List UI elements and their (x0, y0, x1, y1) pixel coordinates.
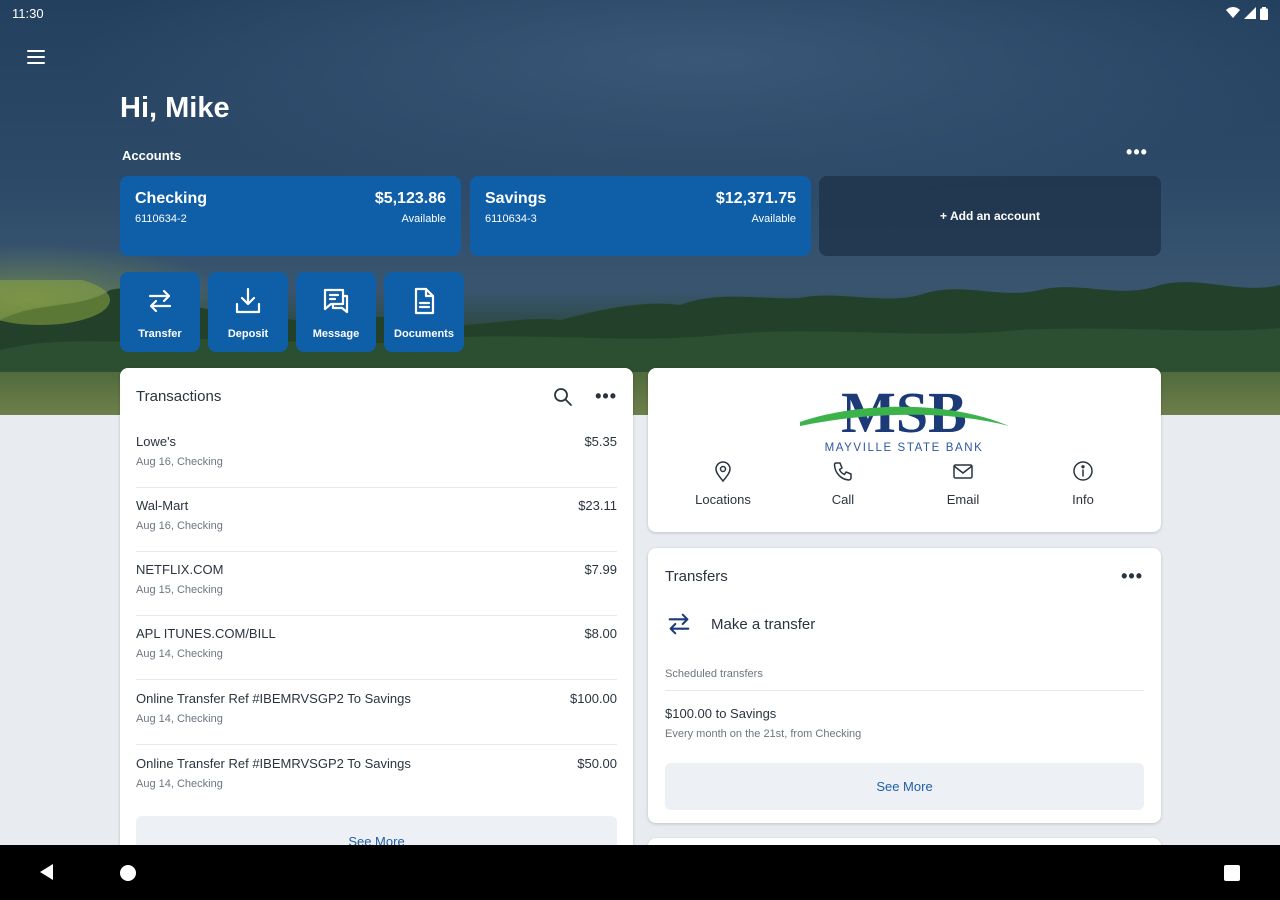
documents-button[interactable]: Documents (384, 272, 464, 352)
scheduled-transfer-title: $100.00 to Savings (665, 706, 777, 721)
info-button[interactable]: Info (1023, 460, 1143, 507)
available-label: Available (401, 213, 446, 225)
account-balance: $5,123.86 (374, 190, 446, 207)
transaction-date-account: Aug 15, Checking (136, 584, 223, 596)
transfers-card: Transfers ••• Make a transfer Scheduled … (648, 548, 1161, 823)
email-icon (953, 464, 973, 479)
transaction-date-account: Aug 14, Checking (136, 778, 223, 790)
accounts-label: Accounts (122, 148, 182, 163)
transaction-description: Online Transfer Ref #IBEMRVSGP2 To Savin… (136, 756, 411, 771)
transaction-description: Wal-Mart (136, 498, 189, 513)
call-button[interactable]: Call (783, 460, 903, 507)
account-card-checking[interactable]: Checking $5,123.86 6110634-2 Available (120, 176, 461, 256)
transaction-amount: $8.00 (584, 626, 617, 641)
transaction-amount: $5.35 (584, 434, 617, 449)
message-button[interactable]: Message (296, 272, 376, 352)
call-label: Call (831, 492, 855, 507)
account-card-savings[interactable]: Savings $12,371.75 6110634-3 Available (470, 176, 811, 256)
location-pin-icon (715, 461, 731, 482)
transaction-amount: $50.00 (577, 756, 617, 771)
deposit-label: Deposit (227, 328, 269, 340)
transaction-row[interactable]: NETFLIX.COM $7.99 Aug 15, Checking (136, 552, 617, 616)
msb-logo: MSB MAYVILLE STATE BANK (800, 380, 1009, 454)
documents-label: Documents (394, 328, 454, 340)
message-label: Message (312, 328, 360, 340)
transfers-more-icon[interactable]: ••• (1121, 566, 1143, 587)
transaction-description: Online Transfer Ref #IBEMRVSGP2 To Savin… (136, 691, 411, 706)
transaction-date-account: Aug 14, Checking (136, 713, 223, 725)
transactions-card: Transactions ••• Lowe's $5.35 Aug 16, Ch… (120, 368, 633, 868)
account-number: 6110634-2 (135, 213, 187, 225)
back-icon[interactable] (38, 863, 56, 881)
battery-icon (1260, 6, 1268, 20)
transaction-description: APL ITUNES.COM/BILL (136, 626, 276, 641)
transaction-date-account: Aug 16, Checking (136, 520, 223, 532)
greeting: Hi, Mike (120, 92, 230, 124)
email-button[interactable]: Email (903, 460, 1023, 507)
status-icons (1226, 6, 1268, 20)
deposit-icon (235, 287, 261, 314)
see-more-label: See More (876, 779, 933, 794)
menu-icon[interactable] (22, 44, 50, 70)
transaction-amount: $7.99 (584, 562, 617, 577)
signal-icon (1244, 7, 1256, 19)
transaction-date-account: Aug 14, Checking (136, 648, 223, 660)
message-icon (323, 288, 349, 314)
transfers-see-more-button[interactable]: See More (665, 763, 1144, 810)
transfers-title: Transfers (665, 568, 728, 585)
info-icon (1073, 461, 1093, 481)
transaction-row[interactable]: APL ITUNES.COM/BILL $8.00 Aug 14, Checki… (136, 616, 617, 680)
svg-text:MAYVILLE STATE BANK: MAYVILLE STATE BANK (825, 442, 984, 454)
transfer-button[interactable]: Transfer (120, 272, 200, 352)
transaction-row[interactable]: Wal-Mart $23.11 Aug 16, Checking (136, 488, 617, 552)
transaction-amount: $23.11 (578, 498, 617, 513)
transfer-label: Transfer (138, 328, 182, 340)
transaction-date-account: Aug 16, Checking (136, 456, 223, 468)
transaction-description: NETFLIX.COM (136, 562, 224, 577)
account-balance: $12,371.75 (715, 190, 796, 207)
email-label: Email (946, 492, 980, 507)
add-account-label: + Add an account (940, 209, 1040, 223)
navigation-bar (0, 845, 1280, 900)
locations-label: Locations (695, 492, 751, 507)
transaction-row[interactable]: Online Transfer Ref #IBEMRVSGP2 To Savin… (136, 746, 617, 810)
home-icon[interactable] (120, 865, 136, 881)
bank-actions: Locations Call Email Info (648, 460, 1161, 507)
account-name: Checking (135, 190, 208, 207)
transfer-icon (668, 613, 690, 635)
scheduled-transfers-label: Scheduled transfers (665, 668, 763, 680)
wifi-icon (1226, 7, 1240, 18)
status-bar: 11:30 (0, 0, 1280, 26)
bank-info-card: MSB MAYVILLE STATE BANK Locations Call E… (648, 368, 1161, 532)
transfer-icon (148, 289, 172, 313)
add-account-button[interactable]: + Add an account (819, 176, 1161, 256)
transaction-amount: $100.00 (570, 691, 617, 706)
transactions-more-icon[interactable]: ••• (595, 386, 617, 407)
phone-icon (833, 462, 852, 481)
scheduled-transfer-item[interactable]: $100.00 to Savings Every month on the 21… (665, 706, 861, 740)
available-label: Available (751, 213, 796, 225)
account-number: 6110634-3 (485, 213, 537, 225)
make-transfer-button[interactable]: Make a transfer (665, 610, 815, 638)
document-icon (414, 287, 435, 315)
make-transfer-label: Make a transfer (711, 615, 816, 633)
scheduled-transfer-detail: Every month on the 21st, from Checking (665, 728, 862, 740)
account-name: Savings (485, 190, 547, 207)
search-icon[interactable] (553, 387, 573, 407)
divider (665, 690, 1144, 691)
accounts-more-icon[interactable]: ••• (1124, 143, 1150, 165)
transaction-row[interactable]: Online Transfer Ref #IBEMRVSGP2 To Savin… (136, 681, 617, 745)
transaction-row[interactable]: Lowe's $5.35 Aug 16, Checking (136, 424, 617, 488)
status-time: 11:30 (12, 5, 44, 21)
transactions-header: Transactions ••• (136, 386, 617, 407)
recent-apps-icon[interactable] (1224, 865, 1240, 881)
transactions-title: Transactions (136, 388, 222, 405)
transaction-description: Lowe's (136, 434, 177, 449)
info-label: Info (1072, 492, 1094, 507)
deposit-button[interactable]: Deposit (208, 272, 288, 352)
transfers-header: Transfers ••• (665, 566, 1143, 587)
locations-button[interactable]: Locations (663, 460, 783, 507)
